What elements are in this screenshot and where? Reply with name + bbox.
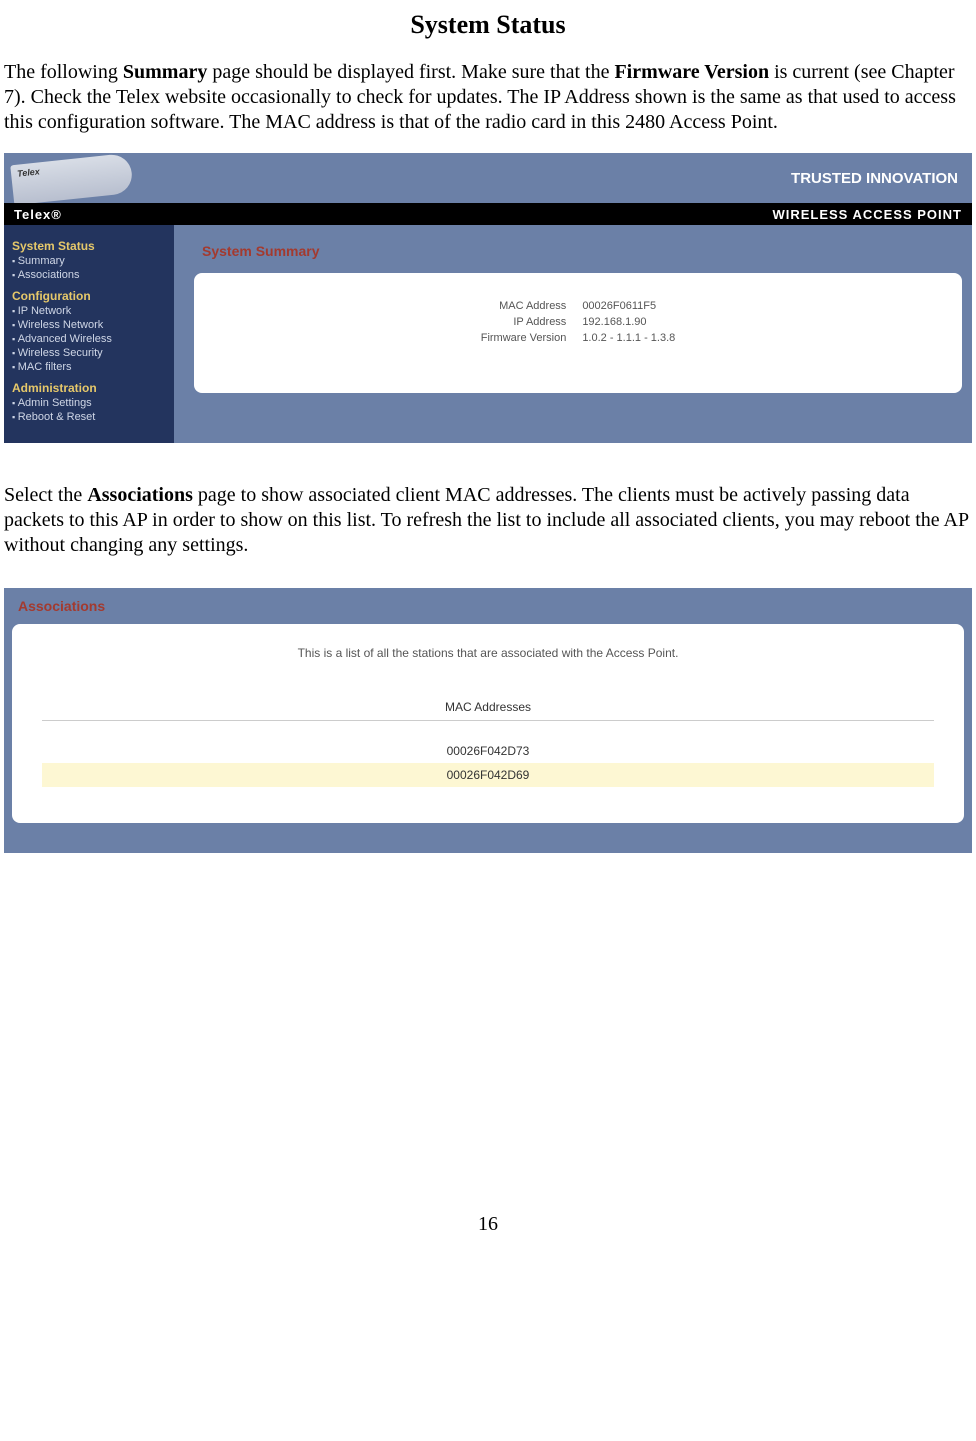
text: page should be displayed first. Make sur…: [207, 61, 614, 83]
main-content: System Summary MAC Address 00026F0611F5 …: [174, 225, 972, 443]
antenna-label: Telex: [17, 166, 41, 178]
associations-description: This is a list of all the stations that …: [42, 646, 934, 660]
nav-item-advanced-wireless[interactable]: Advanced Wireless: [12, 333, 166, 345]
nav-item-wireless-network[interactable]: Wireless Network: [12, 319, 166, 331]
nav-section-administration: Administration: [12, 381, 166, 395]
nav-item-ip-network[interactable]: IP Network: [12, 305, 166, 317]
text: Select the: [4, 484, 87, 506]
intro-paragraph-2: Select the Associations page to show ass…: [4, 483, 972, 558]
bold-associations: Associations: [87, 484, 193, 506]
screenshot-associations: Associations This is a list of all the s…: [4, 588, 972, 853]
bold-summary: Summary: [123, 61, 207, 83]
sidebar-nav: System Status Summary Associations Confi…: [4, 225, 174, 443]
intro-paragraph-1: The following Summary page should be dis…: [4, 60, 972, 135]
panel-title-associations: Associations: [18, 598, 964, 614]
nav-item-admin-settings[interactable]: Admin Settings: [12, 397, 166, 409]
nav-section-configuration: Configuration: [12, 289, 166, 303]
panel-title-system-summary: System Summary: [202, 243, 962, 259]
mac-addresses-header: MAC Addresses: [42, 700, 934, 714]
nav-item-summary[interactable]: Summary: [12, 255, 166, 267]
divider: [42, 720, 934, 721]
mac-row-2: 00026F042D69: [42, 763, 934, 787]
banner: Telex TRUSTED INNOVATION: [4, 153, 972, 203]
associations-panel: This is a list of all the stations that …: [12, 624, 964, 823]
summary-panel: MAC Address 00026F0611F5 IP Address 192.…: [194, 273, 962, 393]
firmware-version-value: 1.0.2 - 1.1.1 - 1.3.8: [582, 331, 675, 345]
nav-item-associations[interactable]: Associations: [12, 269, 166, 281]
nav-item-wireless-security[interactable]: Wireless Security: [12, 347, 166, 359]
nav-item-reboot-reset[interactable]: Reboot & Reset: [12, 411, 166, 423]
summary-table: MAC Address 00026F0611F5 IP Address 192.…: [479, 297, 678, 347]
mac-address-label: MAC Address: [481, 299, 581, 313]
text: The following: [4, 61, 123, 83]
firmware-version-label: Firmware Version: [481, 331, 581, 345]
bold-firmware-version: Firmware Version: [614, 61, 769, 83]
mac-row-1: 00026F042D73: [42, 739, 934, 763]
mac-address-value: 00026F0611F5: [582, 299, 675, 313]
page-number: 16: [4, 1213, 972, 1236]
page-title: System Status: [4, 10, 972, 40]
screenshot-system-summary: Telex TRUSTED INNOVATION Telex® WIRELESS…: [4, 153, 972, 443]
banner-tagline: TRUSTED INNOVATION: [791, 170, 958, 187]
brand-left: Telex®: [14, 207, 62, 222]
brand-right: WIRELESS ACCESS POINT: [772, 207, 962, 222]
ip-address-value: 192.168.1.90: [582, 315, 675, 329]
nav-section-system-status: System Status: [12, 239, 166, 253]
antenna-image: Telex: [10, 153, 134, 203]
ip-address-label: IP Address: [481, 315, 581, 329]
brand-bar: Telex® WIRELESS ACCESS POINT: [4, 203, 972, 225]
nav-item-mac-filters[interactable]: MAC filters: [12, 361, 166, 373]
